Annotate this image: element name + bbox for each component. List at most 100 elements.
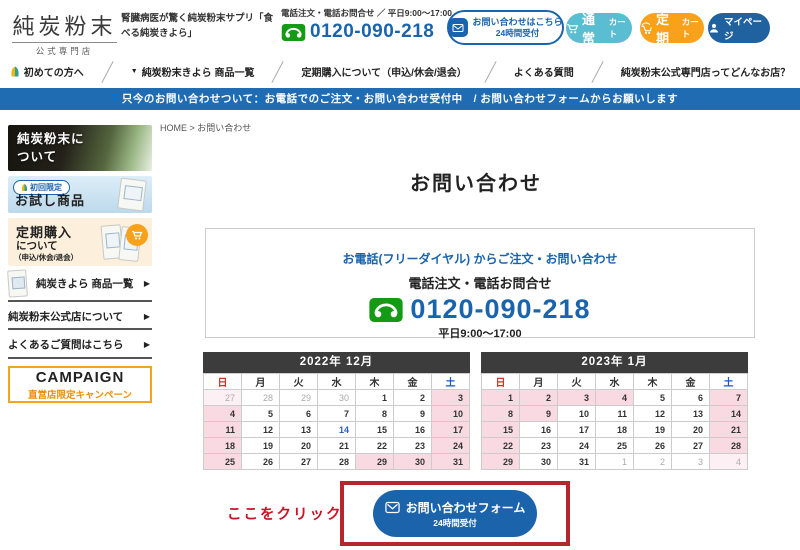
normal-cart-button[interactable]: 通常カート [566,13,632,43]
calendar-day-cell: 9 [394,406,432,422]
campaign-title: CAMPAIGN [10,370,150,387]
subscription-cart-suffix: カート [682,16,704,40]
beginner-mark-icon [10,65,20,78]
calendar-day-cell: 21 [318,438,356,454]
campaign-banner[interactable]: CAMPAIGN 直営店限定キャンペーン [8,366,152,403]
contact-pill-line2: 24時間受付 [473,28,563,39]
nav-item-products[interactable]: ▼ 純炭粉末きよら 商品一覧 [131,64,255,79]
chevron-right-icon: ▶ [144,340,152,349]
calendar-day-cell: 8 [482,406,520,422]
nav-item-label: よくある質問 [514,64,574,79]
banner-about-line1: 純炭粉末に [17,130,85,148]
calendar-day-cell: 4 [204,406,242,422]
nav-item-faq[interactable]: よくある質問 [514,64,574,79]
sidebar-item-faq[interactable]: よくあるご質問はこちら ▶ [8,332,152,359]
contact-form-button[interactable]: お問い合わせフォーム 24時間受付 [373,490,537,537]
phone-box-heading: お電話(フリーダイヤル) からご注文・お問い合わせ [206,250,754,267]
sidebar-banner-subscription[interactable]: 定期購入 について （申込/休会/退会） [8,218,152,266]
contact-pill-line1: お問い合わせはこちら [473,17,563,28]
nav-separator [591,61,603,83]
weekday-header: 木 [634,374,672,390]
calendar-title: 2022年 12月 [203,352,470,373]
subscription-cart-button[interactable]: 定期カート [640,13,704,43]
nav-item-label: 定期購入について（申込/休会/退会） [301,64,466,79]
calendar-day-cell: 6 [280,406,318,422]
user-icon [708,22,720,34]
calendar-day-cell: 3 [432,390,470,406]
calendar-day-cell: 23 [394,438,432,454]
weekday-header: 金 [672,374,710,390]
calendar-weekday-row: 日月火水木金土 [204,374,470,390]
weekday-header: 月 [520,374,558,390]
calendar-day-cell: 22 [482,438,520,454]
site-header: 純炭粉末 公式専門店 腎臓病医が驚く純炭粉末サプリ「食べる純炭きよら」 電話注文… [0,0,800,55]
calendar-week-row: 45678910 [204,406,470,422]
calendar-week-row: 18192021222324 [204,438,470,454]
weekday-header: 土 [432,374,470,390]
nav-separator [272,61,284,83]
sidebar-banner-about[interactable]: 純炭粉末に ついて [8,125,152,171]
calendar-day-cell: 6 [672,390,710,406]
calendar-day-cell: 25 [596,438,634,454]
teiki-line3: （申込/休会/退会） [14,252,78,263]
normal-cart-suffix: カート [609,16,632,40]
calendar-day-cell: 19 [634,422,672,438]
page: 純炭粉末 公式専門店 腎臓病医が驚く純炭粉末サプリ「食べる純炭きよら」 電話注文… [0,0,800,550]
nav-separator [484,61,496,83]
calendar-day-cell: 20 [280,438,318,454]
calendar-day-cell: 27 [280,454,318,470]
calendar-day-cell: 13 [672,406,710,422]
weekday-header: 土 [710,374,748,390]
logo-title: 純炭粉末 [12,9,117,41]
header-phone-label: 電話注文・電話お問合せ ／ 平日9:00～17:00 [281,7,441,19]
calendar-day-cell: 12 [634,406,672,422]
calendar-title: 2023年 1月 [481,352,748,373]
calendar-day-cell: 29 [356,454,394,470]
calendar-january-2023: 2023年 1月 日月火水木金土123456789101112131415161… [481,352,748,470]
nav-separator [101,61,113,83]
contact-pill-button[interactable]: お問い合わせはこちら 24時間受付 [447,10,564,45]
sidebar-item-about-store[interactable]: 純炭粉末公式店について ▶ [8,304,152,330]
calendar-day-cell: 17 [558,422,596,438]
mail-icon [385,501,400,514]
calendar-day-cell: 1 [596,454,634,470]
phone-box-number[interactable]: 0120-090-218 [410,294,590,325]
weekday-header: 金 [394,374,432,390]
sidebar-banner-trial[interactable]: 初回限定 お試し商品 [8,176,152,213]
mypage-button[interactable]: マイページ [708,13,770,43]
campaign-subtitle: 直営店限定キャンペーン [10,387,150,401]
nav-item-about-store[interactable]: 純炭粉末公式専門店ってどんなお店？ [621,64,791,79]
weekday-header: 月 [242,374,280,390]
calendar-day-cell: 5 [634,390,672,406]
calendar-week-row: 2930311234 [482,454,748,470]
nav-item-subscription[interactable]: 定期購入について（申込/休会/退会） [301,64,466,79]
calendar-day-cell: 31 [432,454,470,470]
site-logo[interactable]: 純炭粉末 公式専門店 [12,9,117,57]
calendar-day-cell: 27 [204,390,242,406]
page-title: お問い合わせ [160,167,792,196]
banner-about-line2: ついて [17,148,85,166]
calendar-day-cell: 10 [558,406,596,422]
header-phone-number[interactable]: 0120-090-218 [310,21,434,43]
nav-item-beginners[interactable]: 初めての方へ [10,64,84,79]
sidebar-item-product-list[interactable]: 純炭きよら 商品一覧 ▶ [8,266,152,302]
nav-item-label: 純炭粉末きよら 商品一覧 [142,64,255,79]
calendar-day-cell: 14 [710,406,748,422]
cart-icon [566,22,579,35]
calendar-day-cell: 31 [558,454,596,470]
calendar-week-row: 1234567 [482,390,748,406]
calendar-day-cell: 3 [558,390,596,406]
weekday-header: 水 [318,374,356,390]
calendar-day-cell: 24 [558,438,596,454]
calendar-day-cell: 18 [204,438,242,454]
calendar-day-cell: 15 [482,422,520,438]
main-nav: 初めての方へ ▼ 純炭粉末きよら 商品一覧 定期購入について（申込/休会/退会）… [0,55,800,88]
calendar-day-cell: 21 [710,422,748,438]
subscription-cart-label: 定期 [656,9,679,47]
calendar-day-cell: 8 [356,406,394,422]
calendar-day-cell: 7 [710,390,748,406]
contact-form-button-label: お問い合わせフォーム [406,499,526,516]
calendar-day-cell: 11 [204,422,242,438]
breadcrumb[interactable]: HOME > お問い合わせ [160,121,251,134]
calendar-day-cell: 10 [432,406,470,422]
